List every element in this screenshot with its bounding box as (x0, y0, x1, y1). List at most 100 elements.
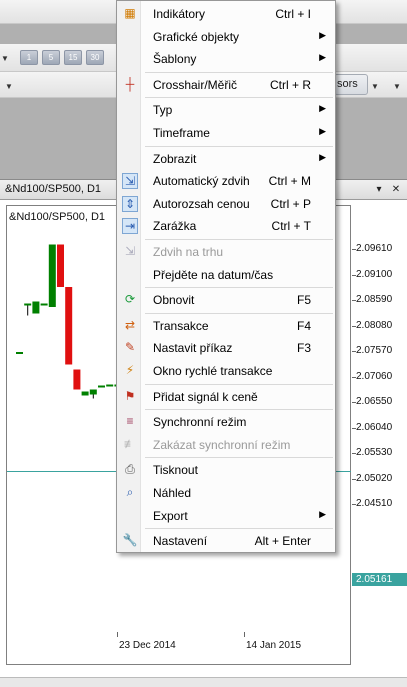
menu-separator (145, 457, 333, 459)
candle-body (65, 287, 73, 365)
price-label: 2.05020 (356, 472, 393, 484)
candle-body (81, 391, 89, 396)
settings-icon: 🔧 (122, 533, 138, 548)
menu-item-label: Přidat signál k ceně (153, 389, 258, 404)
menu-item-shortcut: Ctrl + P (270, 196, 311, 211)
menu-item-automaticky-zdvih[interactable]: ⇲ Automatický zdvih Ctrl + M (117, 170, 335, 192)
menu-item-label: Grafické objekty (153, 29, 240, 44)
menu-item-label: Indikátory (153, 7, 206, 21)
price-label: 2.07060 (356, 370, 393, 382)
candle-body (32, 301, 40, 314)
refresh-icon: ⟳ (124, 292, 136, 307)
price-label: 2.06550 (356, 396, 393, 407)
menu-item-sablony[interactable]: Šablony ▶ (117, 48, 335, 70)
current-price-label: 2.05161 (352, 573, 407, 586)
menu-item-zakazat-synchronni-rezim: ≢ Zakázat synchronní režim (117, 434, 335, 456)
menu-item-label: Zakázat synchronní režim (153, 437, 291, 452)
price-label: 2.09100 (356, 268, 393, 280)
submenu-arrow-icon: ▶ (319, 52, 326, 63)
menu-item-label: Nastavení (153, 534, 208, 549)
menu-item-transakce[interactable]: ⇄ Transakce F4 (117, 315, 335, 337)
submenu-arrow-icon: ▶ (319, 29, 326, 40)
menu-item-label: Obnovit (153, 293, 195, 308)
disable-sync-icon: ≢ (124, 436, 136, 451)
price-label: 2.08080 (356, 319, 393, 331)
menu-item-tisknout[interactable]: ⎙ Tisknout (117, 459, 335, 481)
price-label: 2.07570 (356, 345, 393, 356)
menu-item-okno-rychle-transakce[interactable]: ⚡ Okno rychlé transakce (117, 360, 335, 382)
price-axis[interactable]: 2.09610 2.09100 2.08590 2.08080 2.07570 2.070… (352, 205, 407, 665)
market-shift-icon: ⇲ (124, 244, 136, 258)
submenu-arrow-icon: ▶ (319, 103, 326, 114)
menu-item-label: Crosshair/Měřič (153, 77, 238, 92)
menu-item-label: Zobrazit (153, 151, 197, 166)
menu-item-obnovit[interactable]: ⟳ Obnovit F5 (117, 289, 335, 311)
menu-item-label: Zdvih na trhu (153, 245, 224, 259)
menu-separator (145, 287, 333, 289)
menu-item-label: Autorozsah cenou (153, 196, 250, 211)
menu-separator (145, 97, 333, 99)
transaction-icon: ⇄ (124, 317, 136, 332)
submenu-arrow-icon: ▶ (319, 508, 326, 519)
stop-icon: ⇥ (122, 218, 138, 235)
indicators-icon: ▦ (124, 6, 136, 20)
menu-separator (145, 239, 333, 240)
menu-item-timeframe[interactable]: Timeframe ▶ (117, 122, 335, 144)
menu-item-shortcut: Ctrl + T (271, 219, 311, 234)
menu-item-synchronni-rezim[interactable]: ≡ Synchronní režim (117, 411, 335, 433)
menu-item-nastaveni[interactable]: 🔧 Nastavení Alt + Enter (117, 530, 335, 552)
sync-mode-icon: ≡ (126, 414, 134, 429)
candle-body (57, 244, 64, 287)
menu-item-prejdete-na-datum-cas[interactable]: Přejděte na datum/čas (117, 264, 335, 286)
menu-item-crosshair-meric[interactable]: ┼ Crosshair/Měřič Ctrl + R (117, 74, 335, 96)
menu-item-indikatory[interactable]: ▦ Indikátory Ctrl + I (117, 3, 335, 25)
menu-item-label: Náhled (153, 486, 192, 500)
menu-item-shortcut: F3 (296, 341, 311, 356)
price-label: 2.08590 (356, 294, 393, 305)
menu-item-label: Nastavit příkaz (153, 341, 233, 356)
menu-item-nastavit-prikaz[interactable]: ✎ Nastavit příkaz F3 (117, 337, 335, 359)
menu-separator (145, 409, 333, 411)
set-order-icon: ✎ (124, 340, 136, 355)
menu-item-shortcut: Ctrl + R (269, 77, 311, 92)
menu-separator (145, 71, 333, 73)
candle-body (16, 352, 23, 354)
date-label-2: 14 Jan 2015 (246, 640, 302, 651)
chart-symbol-label: &Nd100/SP500, D1 (9, 211, 106, 223)
date-label-1: 23 Dec 2014 (119, 640, 176, 651)
menu-item-typ[interactable]: Typ ▶ (117, 99, 335, 121)
menu-item-label: Tisknout (153, 463, 198, 478)
submenu-arrow-icon: ▶ (319, 126, 326, 136)
menu-item-export[interactable]: Export ▶ (117, 505, 335, 527)
auto-shift-icon: ⇲ (122, 173, 138, 190)
menu-item-label: Automatický zdvih (153, 174, 250, 189)
candle-body (73, 369, 81, 390)
menu-item-zobrazit[interactable]: Zobrazit ▶ (117, 148, 335, 170)
price-label: 2.05530 (356, 447, 393, 458)
submenu-arrow-icon: ▶ (319, 151, 326, 162)
menu-item-shortcut: Alt + Enter (254, 534, 311, 549)
date-tick (244, 632, 245, 637)
menu-item-label: Transakce (153, 318, 209, 333)
menu-item-autorozsah-cenou[interactable]: ⇕ Autorozsah cenou Ctrl + P (117, 193, 335, 215)
menu-item-shortcut: F4 (296, 318, 311, 333)
menu-item-label: Přejděte na datum/čas (153, 267, 274, 282)
menu-item-zdvih-na-trhu: ⇲ Zdvih na trhu (117, 241, 335, 263)
horizontal-scrollbar[interactable] (0, 677, 407, 687)
menu-item-shortcut: Ctrl + M (268, 174, 311, 189)
menu-item-label: Šablony (153, 52, 197, 67)
crosshair-icon: ┼ (125, 76, 135, 91)
price-signal-icon: ⚑ (124, 388, 136, 403)
price-label: 2.09610 (356, 243, 393, 254)
price-label: 2.06040 (356, 421, 393, 433)
candle-body (40, 303, 48, 306)
menu-item-graficke-objekty[interactable]: Grafické objekty ▶ (117, 26, 335, 48)
candle-body (48, 244, 56, 307)
candle-body (106, 384, 114, 387)
menu-item-pridat-signal-k-cene[interactable]: ⚑ Přidat signál k ceně (117, 386, 335, 408)
menu-item-label: Export (153, 508, 188, 523)
menu-item-nahled[interactable]: ⌕ Náhled (117, 482, 335, 504)
print-icon: ⎙ (125, 462, 135, 477)
date-tick (117, 632, 118, 637)
menu-item-zarazka[interactable]: ⇥ Zarážka Ctrl + T (117, 215, 335, 237)
